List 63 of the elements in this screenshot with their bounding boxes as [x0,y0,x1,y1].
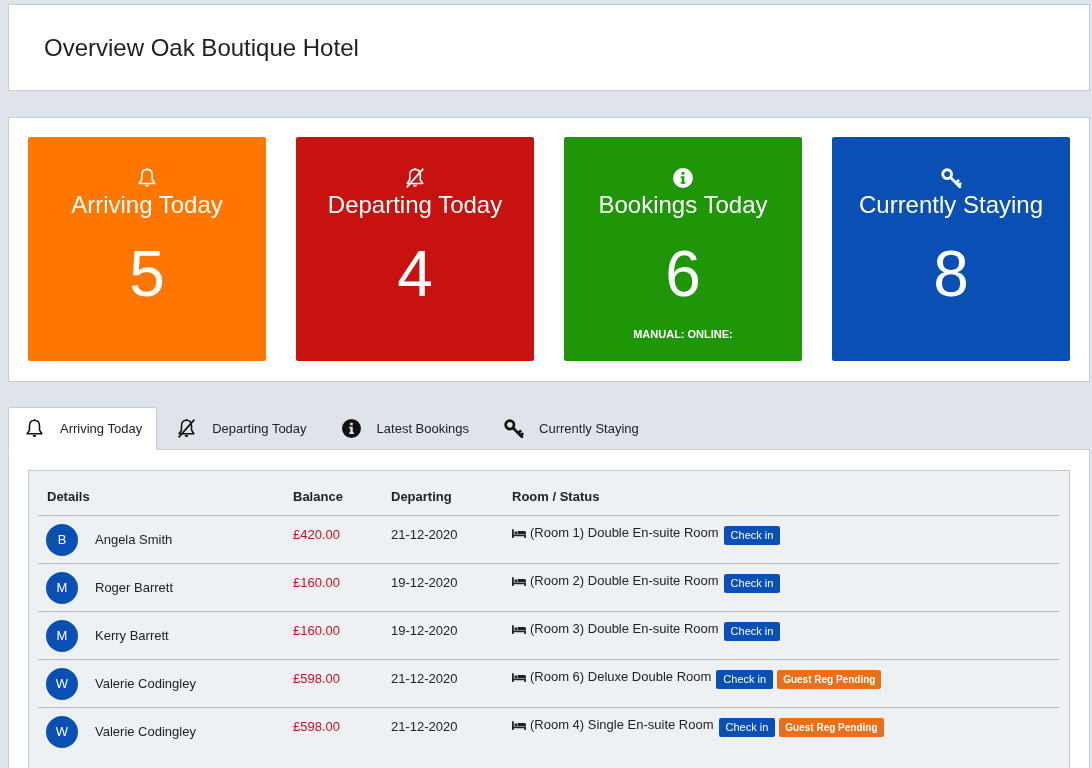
info-icon [340,418,362,439]
initial-avatar: W [46,668,78,700]
key-icon [940,167,962,189]
balance-amount: £160.00 [293,623,340,638]
bell-icon [24,418,45,439]
bed-icon [512,673,526,682]
stat-count: 4 [397,242,433,306]
stat-note: MANUAL: ONLINE: [633,327,733,341]
room-name: (Room 4) Single En-suite Room [530,717,714,733]
guest-name: Roger Barrett [95,579,174,598]
tab[interactable]: Currently Staying [484,407,654,450]
page-title: Overview Oak Boutique Hotel [44,32,359,63]
column-header: Balance [292,489,343,504]
departure-date: 19-12-2020 [391,575,458,590]
status-badge: Guest Reg Pending [779,718,884,737]
initial-avatar: M [46,572,78,604]
check-in-button[interactable]: Check in [723,526,781,545]
check-in-button[interactable]: Check in [718,718,776,737]
balance-amount: £420.00 [293,527,340,542]
bed-icon [512,625,526,634]
room-name: (Room 6) Deluxe Double Room [530,669,712,685]
guest-name: Valerie Codingley [95,723,196,742]
guest-name: Angela Smith [95,531,173,550]
departure-date: 21-12-2020 [391,527,458,542]
stat-count: 6 [665,242,701,306]
tab[interactable]: Departing Today [157,407,322,450]
check-in-button[interactable]: Check in [716,670,774,689]
bed-icon [512,577,526,586]
tab[interactable]: Latest Bookings [321,407,485,450]
stat-count: 8 [933,242,969,306]
check-in-button[interactable]: Check in [723,574,781,593]
bell-slash-icon [404,167,426,189]
bed-icon [512,529,526,538]
balance-amount: £598.00 [293,719,340,734]
tab[interactable]: Arriving Today [8,407,158,450]
departure-date: 21-12-2020 [391,719,458,734]
guest-name: Kerry Barrett [95,627,169,646]
status-badge: Guest Reg Pending [777,670,882,689]
info-icon [672,167,694,189]
column-header: Room / Status [511,489,600,504]
bell-slash-icon [176,418,198,439]
initial-avatar: B [46,524,78,556]
guest-name: Valerie Codingley [95,675,196,694]
departure-date: 19-12-2020 [391,623,458,638]
departure-date: 21-12-2020 [391,671,458,686]
stat-title: Currently Staying [858,190,1044,220]
check-in-button[interactable]: Check in [723,622,781,641]
column-header: Departing [390,489,452,504]
room-name: (Room 2) Double En-suite Room [530,573,719,589]
initial-avatar: W [46,716,78,748]
room-name: (Room 3) Double En-suite Room [530,621,719,637]
stat-title: Bookings Today [598,190,768,220]
balance-amount: £598.00 [293,671,340,686]
balance-amount: £160.00 [293,575,340,590]
room-name: (Room 1) Double En-suite Room [530,525,719,541]
stat-count: 5 [129,242,165,306]
bell-icon [136,167,158,189]
initial-avatar: M [46,620,78,652]
bed-icon [512,721,526,730]
column-header: Details [46,489,90,504]
stat-title: Arriving Today [71,190,223,220]
key-icon [503,418,525,439]
stat-title: Departing Today [327,190,503,220]
